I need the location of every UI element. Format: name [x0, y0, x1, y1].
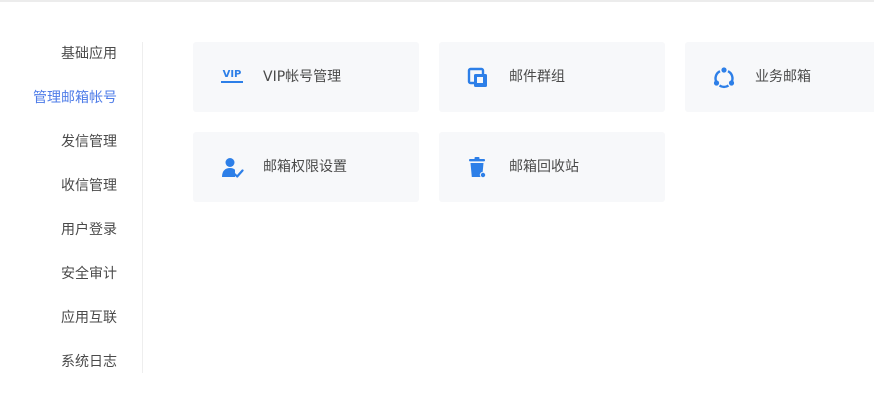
vip-account-card[interactable]: VIP VIP帐号管理 [193, 42, 419, 112]
trash-icon [466, 156, 490, 180]
vip-icon: VIP [220, 66, 244, 90]
sidebar-item-basic-apps[interactable]: 基础应用 [61, 44, 117, 64]
card-label: 邮箱回收站 [509, 159, 579, 175]
sidebar-item-receiving[interactable]: 收信管理 [61, 176, 117, 196]
sidebar-item-system-log[interactable]: 系统日志 [61, 352, 117, 372]
top-divider [0, 0, 874, 2]
sidebar-item-sending[interactable]: 发信管理 [61, 132, 117, 152]
group-icon [466, 66, 490, 90]
sidebar-item-app-interconnect[interactable]: 应用互联 [61, 308, 117, 328]
sidebar-item-security-audit[interactable]: 安全审计 [61, 264, 117, 284]
card-label: 邮箱权限设置 [263, 159, 347, 175]
card-label: VIP帐号管理 [263, 69, 342, 85]
user-permission-icon [220, 156, 244, 180]
business-mailbox-icon [712, 66, 736, 90]
svg-text:VIP: VIP [223, 69, 242, 80]
business-mailbox-card[interactable]: 业务邮箱 [685, 42, 874, 112]
sidebar: 基础应用 管理邮箱帐号 发信管理 收信管理 用户登录 安全审计 应用互联 系统日… [0, 42, 143, 373]
sidebar-item-user-login[interactable]: 用户登录 [61, 220, 117, 240]
card-label: 邮件群组 [509, 69, 565, 85]
mail-group-card[interactable]: 邮件群组 [439, 42, 665, 112]
mailbox-trash-card[interactable]: 邮箱回收站 [439, 132, 665, 202]
card-label: 业务邮箱 [755, 69, 811, 85]
sidebar-item-manage-accounts[interactable]: 管理邮箱帐号 [33, 88, 117, 108]
mailbox-permission-card[interactable]: 邮箱权限设置 [193, 132, 419, 202]
